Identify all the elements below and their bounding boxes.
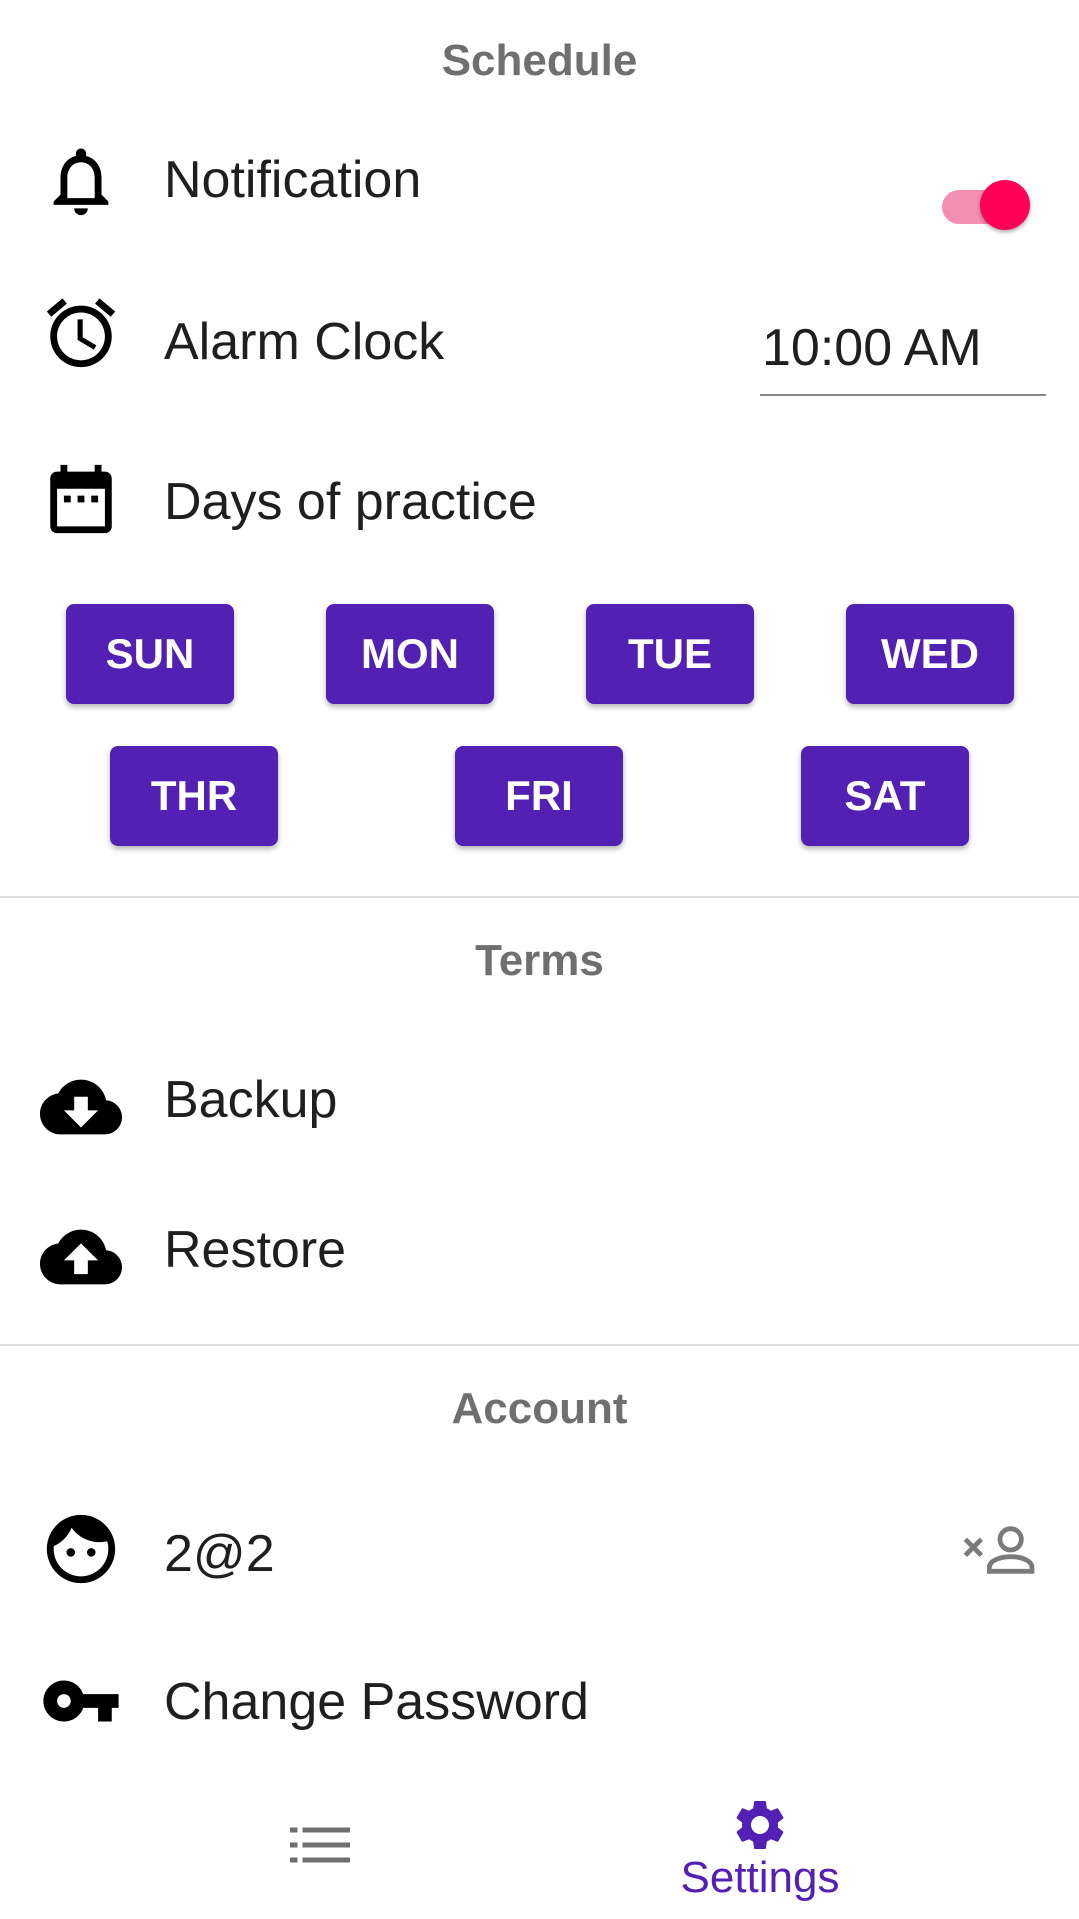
- notification-row: Notification: [0, 140, 1079, 260]
- days-of-practice-row: Days of practice: [0, 458, 1079, 578]
- section-divider: [0, 896, 1079, 898]
- restore-label: Restore: [164, 1221, 347, 1279]
- day-button-wed[interactable]: WED: [846, 604, 1014, 704]
- alarm-time-field[interactable]: 10:00 AM: [760, 318, 1046, 396]
- section-divider: [0, 1344, 1079, 1346]
- notification-label: Notification: [164, 151, 422, 209]
- gear-icon: [736, 1801, 784, 1849]
- change-password-row[interactable]: Change Password: [0, 1660, 1079, 1780]
- day-button-fri[interactable]: FRI: [455, 746, 623, 846]
- user-row: 2@2: [0, 1508, 1079, 1628]
- list-icon[interactable]: [290, 1825, 350, 1865]
- alarm-clock-label: Alarm Clock: [164, 313, 445, 371]
- face-icon: [46, 1514, 116, 1584]
- notification-toggle[interactable]: [940, 174, 1032, 230]
- day-button-mon[interactable]: MON: [326, 604, 494, 704]
- restore-row[interactable]: Restore: [0, 1208, 1079, 1328]
- remove-user-icon[interactable]: [960, 1518, 1040, 1582]
- days-of-practice-label: Days of practice: [164, 473, 537, 531]
- calendar-icon: [50, 464, 112, 534]
- schedule-section-title: Schedule: [441, 36, 638, 85]
- user-email-label: 2@2: [164, 1525, 275, 1583]
- cloud-upload-icon: [40, 1229, 122, 1285]
- key-icon: [43, 1680, 119, 1722]
- toggle-thumb: [980, 180, 1030, 230]
- bell-icon: [53, 148, 109, 216]
- terms-section-title: Terms: [475, 936, 604, 985]
- nav-settings-tab[interactable]: Settings: [660, 1795, 860, 1905]
- cloud-download-icon: [40, 1079, 122, 1135]
- bottom-navigation: Settings: [0, 1765, 1079, 1919]
- backup-row[interactable]: Backup: [0, 1058, 1079, 1178]
- day-button-tue[interactable]: TUE: [586, 604, 754, 704]
- day-button-sat[interactable]: SAT: [801, 746, 969, 846]
- account-section-title: Account: [451, 1384, 628, 1433]
- day-button-sun[interactable]: SUN: [66, 604, 234, 704]
- nav-settings-label: Settings: [680, 1853, 840, 1902]
- alarm-clock-icon: [46, 298, 116, 368]
- backup-label: Backup: [164, 1071, 338, 1129]
- day-button-thr[interactable]: THR: [110, 746, 278, 846]
- change-password-label: Change Password: [164, 1673, 589, 1731]
